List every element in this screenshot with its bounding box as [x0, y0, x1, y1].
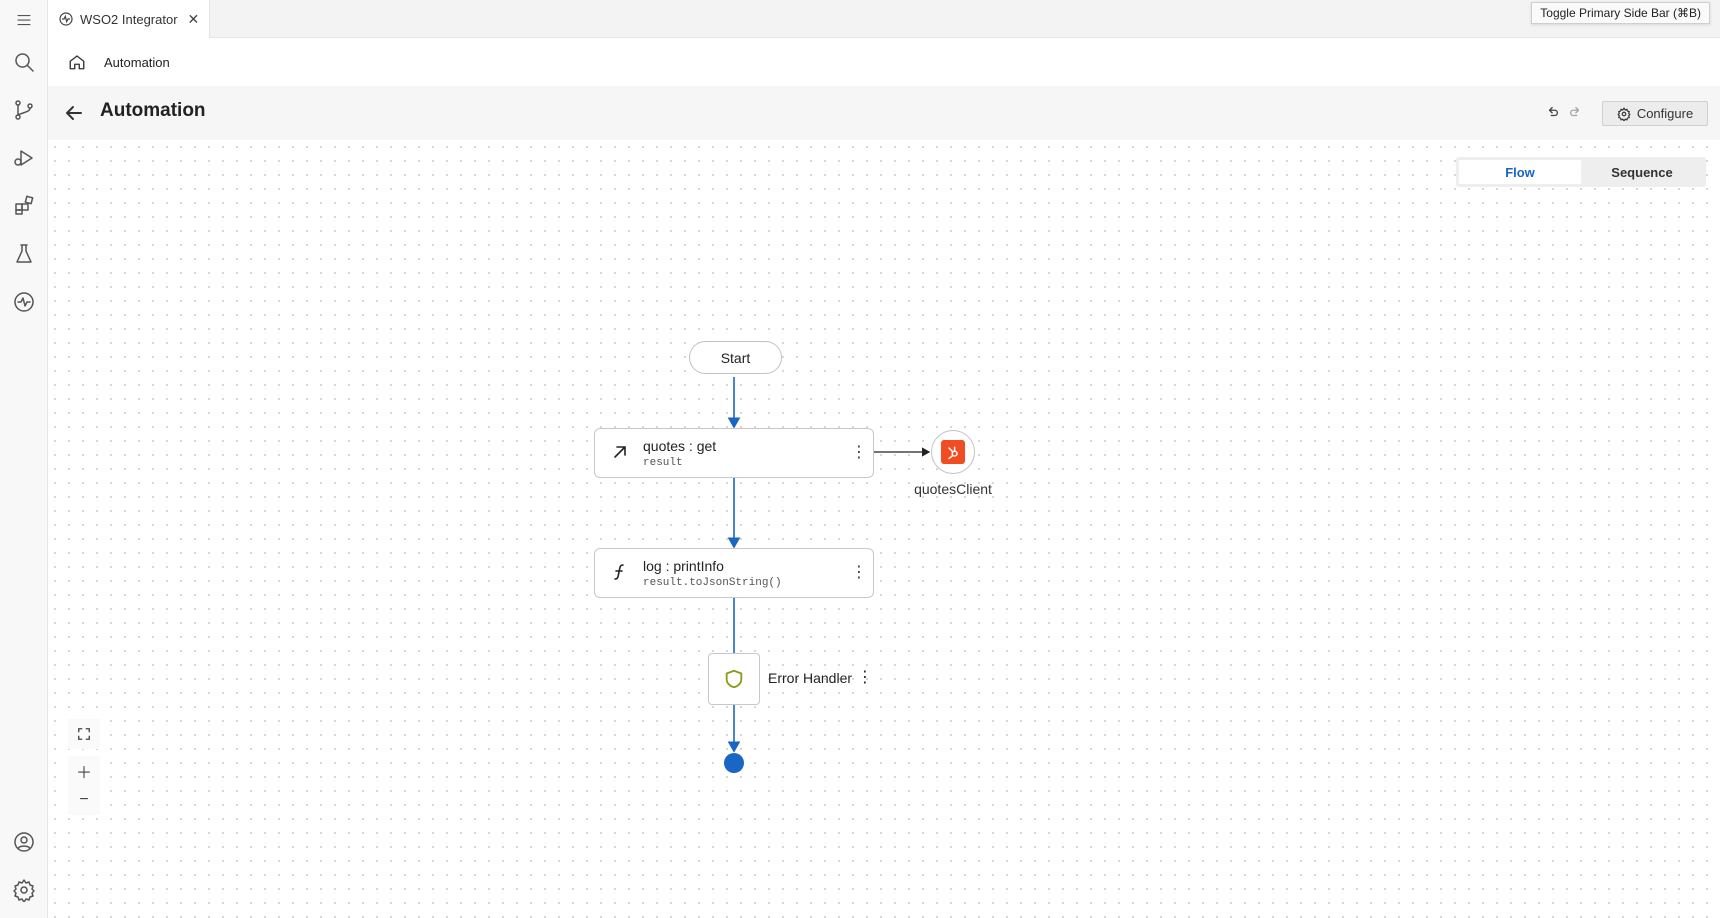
page-title: Automation	[100, 100, 206, 121]
diagram-edges	[727, 377, 931, 753]
error-handler-label: Error Handler	[768, 670, 853, 686]
tab-flow[interactable]: Flow	[1459, 160, 1581, 184]
node-menu-icon[interactable]: ⋮	[851, 443, 867, 463]
settings-gear-icon[interactable]	[0, 870, 48, 910]
home-icon[interactable]	[68, 53, 86, 71]
node-log-printinfo[interactable]: log : printInfo result.toJsonString() ⋮	[594, 548, 874, 598]
end-node	[724, 753, 744, 773]
account-icon[interactable]	[0, 822, 48, 862]
extensions-icon[interactable]	[0, 186, 48, 226]
tab-wso2-integrator[interactable]: WSO2 Integrator ✕	[48, 0, 210, 38]
arrow-up-right-icon	[614, 446, 626, 458]
diagram-canvas[interactable]: Flow Sequence Start quotes : get result …	[48, 140, 1720, 918]
start-node[interactable]: Start	[689, 341, 782, 374]
configure-button[interactable]: Configure	[1602, 101, 1708, 126]
editor-tab-bar: WSO2 Integrator ✕ Toggle Primary Side Ba…	[48, 0, 1720, 38]
breadcrumb: Automation	[48, 38, 1720, 86]
run-debug-icon[interactable]	[0, 138, 48, 178]
back-arrow-icon[interactable]	[62, 101, 86, 125]
node-subtitle: result.toJsonString()	[643, 577, 782, 589]
function-icon	[614, 564, 624, 580]
gear-icon	[1617, 106, 1631, 121]
close-icon[interactable]: ✕	[188, 11, 200, 28]
fit-screen-button[interactable]	[68, 719, 100, 749]
node-subtitle: result	[643, 457, 683, 469]
client-node[interactable]	[931, 430, 975, 474]
shield-icon	[725, 669, 743, 689]
client-label: quotesClient	[914, 481, 992, 497]
node-title: quotes : get	[643, 438, 717, 454]
view-toggle: Flow Sequence	[1456, 157, 1706, 187]
tooltip: Toggle Primary Side Bar (⌘B)	[1531, 2, 1710, 24]
zoom-in-button[interactable]: ＋	[68, 756, 100, 786]
node-title: log : printInfo	[643, 558, 724, 574]
tab-label: WSO2 Integrator	[80, 11, 178, 27]
source-control-icon[interactable]	[0, 90, 48, 130]
node-quotes-get[interactable]: quotes : get result ⋮	[594, 428, 874, 478]
menu-icon[interactable]	[0, 0, 48, 40]
breadcrumb-item[interactable]: Automation	[104, 55, 170, 70]
search-icon[interactable]	[0, 42, 48, 82]
activity-bar	[0, 0, 48, 918]
tab-sequence[interactable]: Sequence	[1581, 160, 1703, 184]
configure-label: Configure	[1636, 106, 1694, 121]
zoom-out-button[interactable]: −	[68, 785, 100, 815]
fit-screen-icon	[78, 728, 90, 740]
testing-flask-icon[interactable]	[0, 234, 48, 274]
node-menu-icon[interactable]: ⋮	[851, 563, 867, 583]
redo-icon[interactable]	[1568, 105, 1582, 119]
hubspot-icon	[941, 440, 965, 464]
undo-icon[interactable]	[1546, 105, 1560, 119]
pulse-icon	[59, 12, 73, 26]
error-handler-menu-icon[interactable]: ⋮	[857, 668, 873, 688]
error-handler-node[interactable]	[708, 653, 760, 705]
page-header: Automation Configure	[48, 86, 1720, 140]
wso2-integrator-icon[interactable]	[0, 282, 48, 322]
